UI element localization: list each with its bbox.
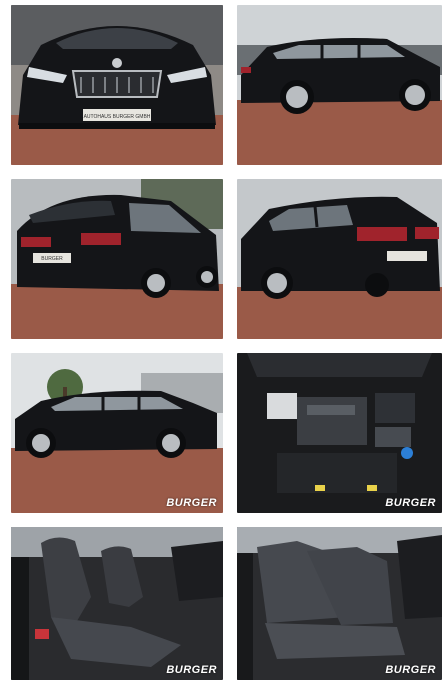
- car-front-photo: AUTOHAUS BURGER GMBH: [11, 5, 223, 165]
- car-rear-right-photo: [237, 179, 442, 339]
- photo-front-seat[interactable]: BURGER: [11, 527, 223, 680]
- photo-front-view[interactable]: AUTOHAUS BURGER GMBH: [11, 5, 223, 165]
- photo-rear-right-view[interactable]: [237, 179, 442, 339]
- photo-side-view[interactable]: [237, 5, 442, 165]
- photo-rear-seats[interactable]: BURGER: [237, 527, 442, 680]
- engine-bay-photo: [237, 353, 442, 513]
- car-rear-photo: BURGER: [11, 179, 223, 339]
- dealer-watermark: BURGER: [385, 497, 436, 509]
- seat-photo: [11, 527, 223, 680]
- photo-engine-bay[interactable]: BURGER: [237, 353, 442, 513]
- photo-profile-view[interactable]: BURGER: [11, 353, 223, 513]
- rear-seat-photo: [237, 527, 442, 680]
- dealer-watermark: BURGER: [166, 497, 217, 509]
- rear-plate-text: BURGER: [41, 256, 63, 262]
- car-profile-photo: [11, 353, 223, 513]
- front-plate-text: AUTOHAUS BURGER GMBH: [84, 114, 151, 120]
- car-side-photo: [237, 5, 442, 165]
- photo-rear-left-view[interactable]: BURGER: [11, 179, 223, 339]
- dealer-watermark: BURGER: [166, 664, 217, 676]
- dealer-watermark: BURGER: [385, 664, 436, 676]
- vehicle-photo-gallery: AUTOHAUS BURGER GMBH BURGER BURGER BURGE…: [0, 0, 442, 680]
